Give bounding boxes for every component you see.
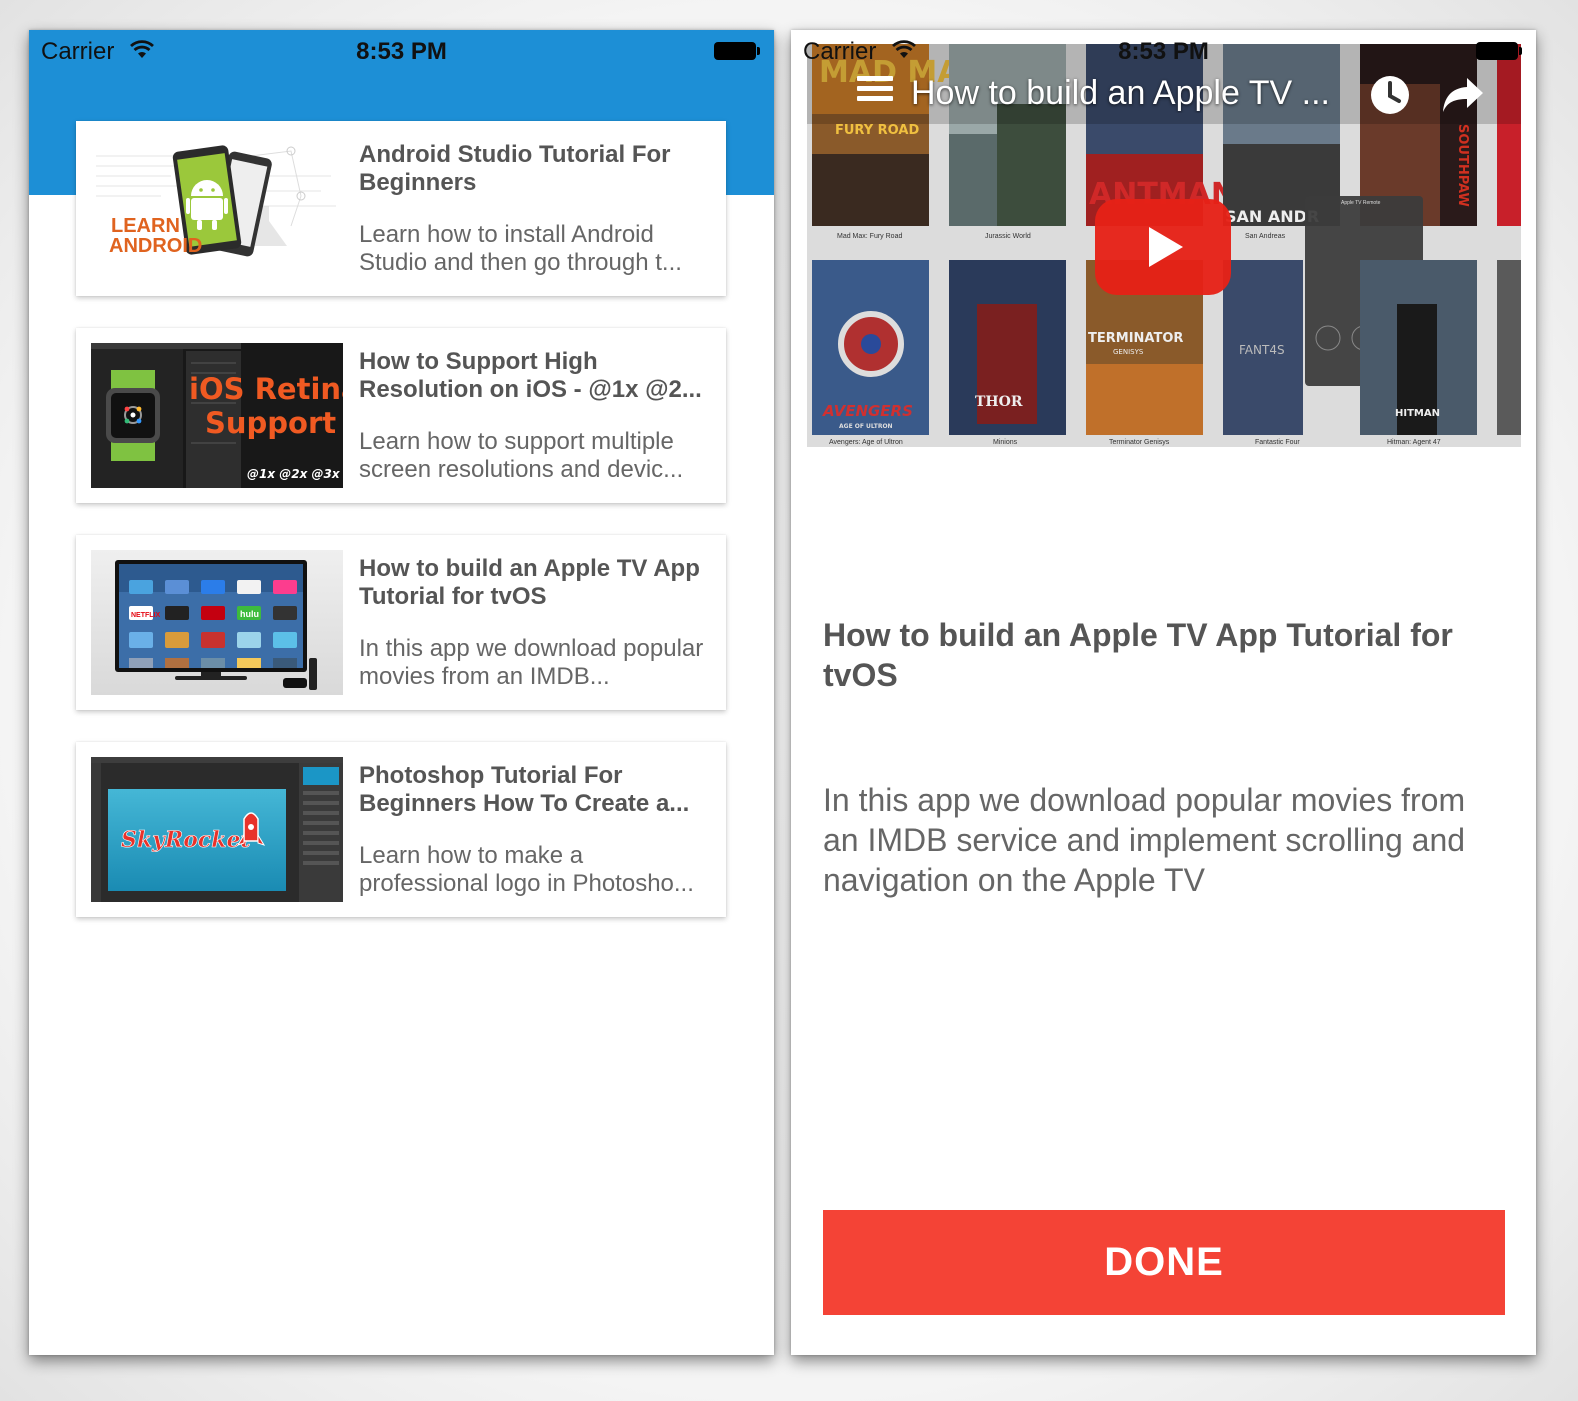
svg-text:hulu: hulu bbox=[240, 609, 259, 619]
item-title: Android Studio Tutorial For Beginners bbox=[359, 141, 671, 196]
item-description: Learn how to support multiple screen res… bbox=[359, 428, 684, 483]
play-icon[interactable] bbox=[1095, 199, 1231, 295]
list-screen: Carrier 8:53 PM LEARN ANDROID Android St… bbox=[29, 30, 774, 1355]
svg-text:Terminator Genisys: Terminator Genisys bbox=[1109, 439, 1170, 446]
item-description: Learn how to make a professional logo in… bbox=[359, 842, 694, 897]
svg-text:AVENGERS: AVENGERS bbox=[822, 402, 913, 420]
detail-description: In this app we download popular movies f… bbox=[823, 782, 1466, 898]
svg-text:THOR: THOR bbox=[975, 394, 1023, 410]
svg-text:ANDROID: ANDROID bbox=[109, 235, 202, 257]
svg-text:Minions: Minions bbox=[993, 439, 1018, 446]
svg-text:Avengers: Age of Ultron: Avengers: Age of Ultron bbox=[829, 439, 903, 446]
svg-text:@1x @2x @3x: @1x @2x @3x bbox=[247, 467, 341, 481]
svg-text:San Andreas: San Andreas bbox=[1245, 233, 1286, 240]
menu-icon[interactable] bbox=[857, 74, 893, 104]
svg-text:Support: Support bbox=[205, 406, 336, 440]
status-bar: Carrier 8:53 PM bbox=[29, 30, 774, 70]
svg-text:Jurassic World: Jurassic World bbox=[985, 233, 1031, 240]
svg-text:NETFLIX: NETFLIX bbox=[131, 612, 160, 619]
status-bar: Carrier 8:53 PM bbox=[791, 30, 1536, 70]
list-item[interactable]: SkyRocket Photoshop Tutorial For Beginne… bbox=[76, 742, 726, 917]
svg-text:Apple TV Remote: Apple TV Remote bbox=[1341, 200, 1381, 206]
svg-text:AGE OF ULTRON: AGE OF ULTRON bbox=[839, 423, 893, 430]
svg-text:FANT4S: FANT4S bbox=[1239, 343, 1285, 357]
detail-title: How to build an Apple TV App Tutorial fo… bbox=[823, 617, 1453, 693]
svg-text:SkyRocket: SkyRocket bbox=[121, 827, 251, 853]
android-thumbnail: LEARN ANDROID bbox=[91, 136, 343, 281]
item-title: How to build an Apple TV App Tutorial fo… bbox=[359, 555, 700, 610]
video-player[interactable]: MAD MAX FURY ROAD Mad Max: Fury Road Jur… bbox=[807, 44, 1521, 447]
svg-text:Hitman: Agent 47: Hitman: Agent 47 bbox=[1387, 439, 1441, 446]
ios-retina-thumbnail: iOS Retina Support @1x @2x @3x bbox=[91, 343, 343, 488]
svg-text:GENISYS: GENISYS bbox=[1113, 348, 1144, 356]
svg-text:SOUTHPAW: SOUTHPAW bbox=[1455, 124, 1470, 207]
svg-text:HITMAN: HITMAN bbox=[1395, 408, 1440, 419]
list-item[interactable]: LEARN ANDROID Android Studio Tutorial Fo… bbox=[76, 121, 726, 296]
item-description: Learn how to install Android Studio and … bbox=[359, 221, 682, 276]
battery-icon bbox=[1476, 42, 1522, 60]
watch-later-icon[interactable] bbox=[1369, 74, 1411, 116]
list-item[interactable]: NETFLIX hulu How to build an Apple TV Ap… bbox=[76, 535, 726, 710]
svg-text:Fantastic Four: Fantastic Four bbox=[1255, 439, 1300, 446]
apple-tv-thumbnail: NETFLIX hulu bbox=[91, 550, 343, 695]
svg-text:TERMINATOR: TERMINATOR bbox=[1088, 331, 1183, 346]
detail-screen: MAD MAX FURY ROAD Mad Max: Fury Road Jur… bbox=[791, 30, 1536, 1355]
clock: 8:53 PM bbox=[1118, 38, 1209, 65]
share-icon[interactable] bbox=[1441, 76, 1485, 114]
svg-text:iOS Retina: iOS Retina bbox=[189, 372, 343, 406]
item-title: Photoshop Tutorial For Beginners How To … bbox=[359, 762, 690, 817]
item-title: How to Support High Resolution on iOS - … bbox=[359, 348, 702, 403]
svg-text:Mad Max: Fury Road: Mad Max: Fury Road bbox=[837, 233, 902, 240]
battery-icon bbox=[714, 42, 760, 60]
list-item[interactable]: iOS Retina Support @1x @2x @3x How to Su… bbox=[76, 328, 726, 503]
photoshop-thumbnail: SkyRocket bbox=[91, 757, 343, 902]
item-description: In this app we download popular movies f… bbox=[359, 635, 704, 690]
done-button[interactable]: DONE bbox=[823, 1210, 1505, 1315]
clock: 8:53 PM bbox=[356, 38, 447, 65]
video-title: How to build an Apple TV ... bbox=[911, 74, 1330, 112]
svg-text:LEARN: LEARN bbox=[111, 215, 180, 237]
svg-text:FURY ROAD: FURY ROAD bbox=[835, 123, 919, 138]
